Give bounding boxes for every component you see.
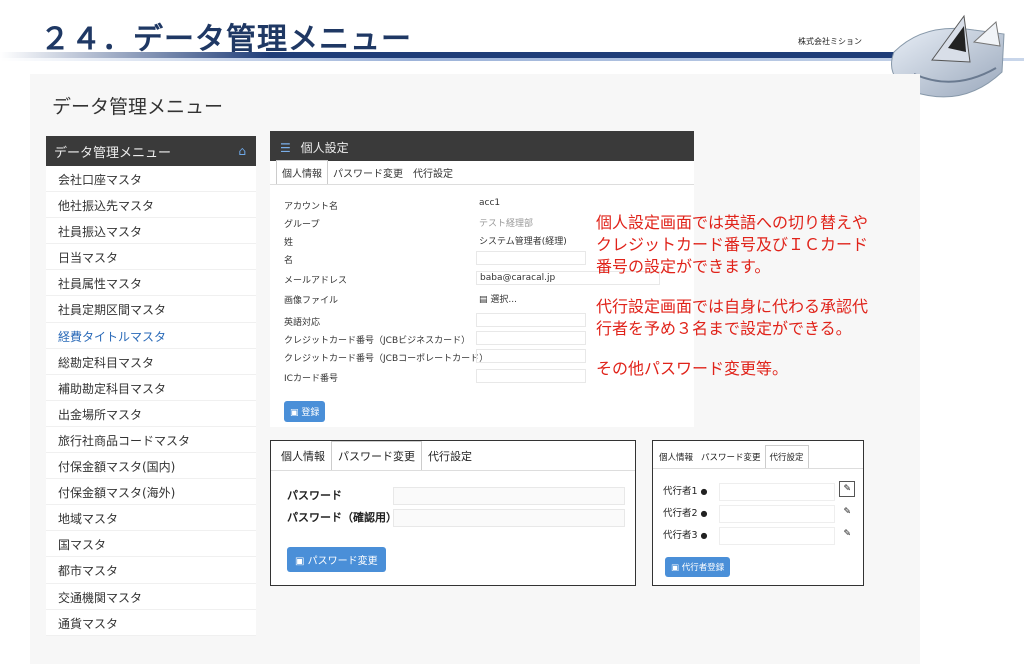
- field-label: ICカード番号: [284, 374, 338, 384]
- save-button-label: 登録: [301, 408, 320, 418]
- account-name-value: acc1: [479, 198, 501, 208]
- tab-delegate-settings[interactable]: 代行設定: [422, 442, 478, 470]
- user-icon: ●: [700, 509, 708, 518]
- sidebar-item[interactable]: 経費タイトルマスタ: [46, 323, 256, 349]
- save-icon: ▣: [671, 563, 682, 573]
- annotation-line: 個人設定画面では英語への切り替えや: [596, 213, 869, 232]
- tab-password-change[interactable]: パスワード変更: [697, 446, 765, 468]
- annotation-line: その他パスワード変更等。: [596, 359, 789, 378]
- sidebar-item[interactable]: 補助勘定科目マスタ: [46, 375, 256, 401]
- sidebar-item[interactable]: 国マスタ: [46, 531, 256, 558]
- sidebar-header: データ管理メニュー ⌂: [46, 136, 256, 166]
- password-change-panel: 個人情報 パスワード変更 代行設定 パスワード パスワード（確認用） ▣ パスワ…: [270, 440, 636, 586]
- slide: ２４．データ管理メニュー 株式会社ミション データ管理メニュー データ管理メニュ…: [0, 0, 1024, 671]
- field-label: 画像ファイル: [284, 296, 339, 306]
- password-input[interactable]: [393, 487, 625, 505]
- page-title: データ管理メニュー: [52, 96, 224, 118]
- ic-card-field[interactable]: [476, 369, 586, 383]
- tab-personal-info[interactable]: 個人情報: [276, 160, 328, 184]
- sidebar-item[interactable]: 出金場所マスタ: [46, 401, 256, 427]
- group-value: テスト経理部: [479, 219, 534, 229]
- sidebar-item[interactable]: 総勘定科目マスタ: [46, 349, 256, 375]
- field-label: アカウント名: [284, 202, 339, 212]
- field-label: クレジットカード番号（JCBコーポレートカード）: [284, 354, 489, 364]
- sidebar-item[interactable]: 旅行社商品コードマスタ: [46, 427, 256, 454]
- password-confirm-label: パスワード（確認用）: [287, 511, 397, 524]
- annotation-line: クレジットカード番号及びＩＣカード: [596, 235, 869, 254]
- sidebar-item[interactable]: 地域マスタ: [46, 505, 256, 532]
- delegate-register-button-label: 代行者登録: [681, 563, 725, 573]
- sidebar-item[interactable]: 交通機関マスタ: [46, 584, 256, 610]
- sidebar-item[interactable]: 会社口座マスタ: [46, 166, 256, 193]
- tab-delegate-settings[interactable]: 代行設定: [408, 161, 458, 184]
- delegate-label: 代行者2: [663, 508, 698, 519]
- tab-delegate-settings[interactable]: 代行設定: [764, 445, 809, 468]
- sidebar-item[interactable]: 社員属性マスタ: [46, 270, 256, 297]
- annotation-line: 代行設定画面では自身に代わる承認代: [596, 297, 869, 316]
- tab-personal-info[interactable]: 個人情報: [655, 446, 697, 468]
- pencil-icon[interactable]: ✎: [843, 507, 851, 517]
- sidebar-item[interactable]: 社員振込マスタ: [46, 218, 256, 245]
- folder-icon: ▤: [479, 295, 491, 305]
- field-label: クレジットカード番号（JCBビジネスカード）: [284, 336, 471, 346]
- password-change-button-label: パスワード変更: [307, 556, 378, 567]
- sidebar-header-label: データ管理メニュー: [54, 146, 172, 161]
- password-change-button[interactable]: ▣ パスワード変更: [287, 547, 386, 572]
- english-support-field[interactable]: [476, 313, 586, 327]
- panel-tabs: 個人情報 パスワード変更 代行設定: [270, 160, 694, 185]
- panel-title: 個人設定: [300, 141, 349, 155]
- field-label: メールアドレス: [284, 276, 348, 286]
- company-name: 株式会社ミション: [798, 37, 862, 46]
- credit-card-corporate-field[interactable]: [476, 349, 586, 363]
- tab-password-change[interactable]: パスワード変更: [328, 161, 408, 184]
- sidebar-item[interactable]: 都市マスタ: [46, 557, 256, 584]
- field-label: グループ: [284, 220, 320, 230]
- save-button[interactable]: ▣ 登録: [284, 401, 326, 422]
- delegate-register-button[interactable]: ▣ 代行者登録: [665, 557, 731, 577]
- save-icon: ▣: [290, 408, 302, 418]
- sidebar-item[interactable]: 通貨マスタ: [46, 610, 256, 636]
- sidebar-item[interactable]: 他社振込先マスタ: [46, 192, 256, 219]
- delegate-row: 代行者2 ● ✎: [663, 505, 855, 523]
- delegate-label: 代行者3: [663, 530, 698, 541]
- field-label: 姓: [284, 238, 294, 248]
- delegate-input[interactable]: [719, 527, 835, 545]
- file-select-button[interactable]: ▤ 選択...: [476, 291, 586, 305]
- tab-personal-info[interactable]: 個人情報: [275, 442, 331, 470]
- password-panel-tabs: 個人情報 パスワード変更 代行設定: [271, 441, 635, 471]
- password-confirm-input[interactable]: [393, 509, 625, 527]
- password-label: パスワード: [287, 489, 342, 502]
- sidebar-item[interactable]: 付保金額マスタ(海外): [46, 479, 256, 506]
- file-select-label: 選択...: [490, 295, 517, 305]
- home-icon[interactable]: ⌂: [238, 144, 246, 158]
- annotation-line: 番号の設定ができます。: [596, 257, 771, 276]
- sidebar-item[interactable]: 社員定期区間マスタ: [46, 296, 256, 323]
- delegate-settings-panel: 個人情報 パスワード変更 代行設定 代行者1 ● ✎ 代行者2 ● ✎ 代行者3 ● …: [652, 440, 864, 586]
- credit-card-business-field[interactable]: [476, 331, 586, 345]
- save-icon: ▣: [295, 556, 308, 567]
- last-name-field[interactable]: システム管理者(経理): [476, 233, 606, 247]
- delegate-row: 代行者3 ● ✎: [663, 527, 855, 545]
- delegate-panel-tabs: 個人情報 パスワード変更 代行設定: [653, 441, 863, 469]
- user-icon: ●: [700, 531, 708, 540]
- personal-settings-panel: ☰ 個人設定 個人情報 パスワード変更 代行設定 アカウント名 acc1 グルー…: [270, 131, 694, 427]
- sidebar-item[interactable]: 付保金額マスタ(国内): [46, 453, 256, 480]
- first-name-field[interactable]: [476, 251, 586, 265]
- user-icon: ●: [700, 487, 708, 496]
- pencil-icon[interactable]: ✎: [839, 481, 855, 497]
- tab-password-change[interactable]: パスワード変更: [331, 441, 422, 470]
- field-label: 英語対応: [284, 318, 321, 328]
- delegate-label: 代行者1: [663, 486, 698, 497]
- delegate-row: 代行者1 ● ✎: [663, 481, 855, 501]
- header-band-light: [0, 58, 1024, 61]
- field-label: 名: [284, 256, 294, 266]
- sidebar-menu: 会社口座マスタ 他社振込先マスタ 社員振込マスタ 日当マスタ 社員属性マスタ 社…: [46, 166, 256, 636]
- pencil-icon[interactable]: ✎: [843, 529, 851, 539]
- list-icon: ☰: [280, 141, 291, 155]
- panel-header: ☰ 個人設定: [270, 131, 694, 161]
- annotation-line: 行者を予め３名まで設定ができる。: [596, 319, 852, 338]
- sidebar-item[interactable]: 日当マスタ: [46, 244, 256, 271]
- delegate-input[interactable]: [719, 483, 835, 501]
- delegate-input[interactable]: [719, 505, 835, 523]
